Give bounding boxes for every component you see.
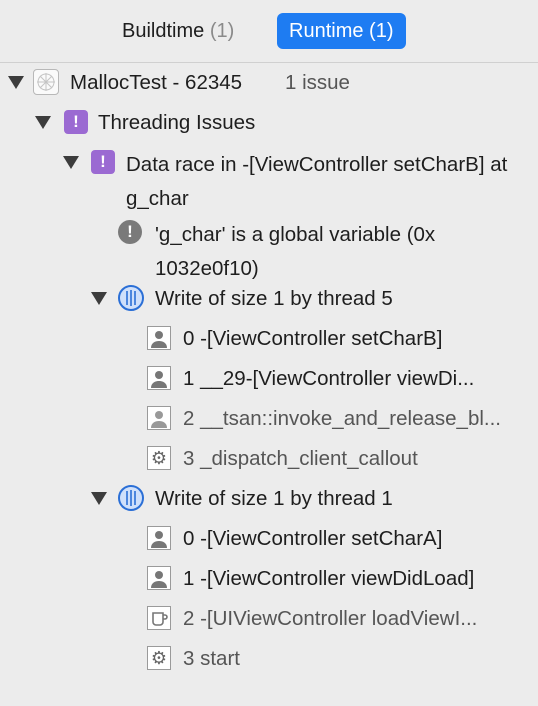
project-name: MallocTest - 62345 — [70, 71, 243, 94]
category-label: Threading Issues — [98, 111, 256, 134]
stack-frame-row[interactable]: ⚙ 3 _dispatch_client_callout — [0, 440, 538, 476]
tab-runtime[interactable]: Runtime (1) — [277, 13, 406, 49]
coffee-cup-icon — [147, 606, 171, 630]
gear-icon: ⚙ — [147, 446, 171, 470]
project-issue-count: 1 issue — [285, 71, 350, 94]
stack-frame-label: 2 __tsan::invoke_and_release_bl... — [183, 407, 501, 430]
stack-frame-row[interactable]: 1 __29-[ViewController viewDi... — [0, 360, 538, 396]
tree-row-category[interactable]: ! Threading Issues — [0, 104, 538, 140]
stack-frame-label: 2 -[UIViewController loadViewI... — [183, 607, 478, 630]
stack-frame-row[interactable]: 2 __tsan::invoke_and_release_bl... — [0, 400, 538, 436]
thread-label: Write of size 1 by thread 1 — [155, 487, 393, 510]
tree-row-project[interactable]: MallocTest - 62345 1 issue — [0, 64, 538, 100]
user-frame-icon — [147, 406, 171, 430]
disclosure-triangle-icon[interactable] — [35, 116, 51, 129]
issue-description: Data race in -[ViewController setCharB] … — [126, 153, 508, 210]
thread-icon — [118, 285, 144, 311]
stack-frame-label: 0 -[ViewController setCharB] — [183, 327, 443, 350]
user-frame-icon — [147, 526, 171, 550]
user-frame-icon — [147, 566, 171, 590]
runtime-issue-icon: ! — [64, 110, 88, 134]
tab-runtime-label: Runtime — [289, 20, 364, 42]
issue-type-tabs: Buildtime (1) Runtime (1) — [0, 0, 538, 63]
tree-row-issue[interactable]: ! Data race in -[ViewController setCharB… — [0, 144, 538, 214]
disclosure-triangle-icon[interactable] — [8, 76, 24, 89]
thread-label: Write of size 1 by thread 5 — [155, 287, 393, 310]
stack-frame-row[interactable]: 2 -[UIViewController loadViewI... — [0, 600, 538, 636]
tree-row-thread[interactable]: Write of size 1 by thread 1 — [0, 480, 538, 516]
disclosure-triangle-icon[interactable] — [91, 492, 107, 505]
tree-row-thread[interactable]: Write of size 1 by thread 5 — [0, 280, 538, 316]
disclosure-triangle-icon[interactable] — [91, 292, 107, 305]
stack-frame-label: 3 _dispatch_client_callout — [183, 447, 418, 470]
stack-frame-row[interactable]: ⚙ 3 start — [0, 640, 538, 676]
tree-row-note[interactable]: ! 'g_char' is a global variable (0x 1032… — [0, 214, 538, 284]
user-frame-icon — [147, 326, 171, 350]
disclosure-triangle-icon[interactable] — [63, 156, 79, 169]
tab-buildtime-label: Buildtime — [122, 20, 205, 42]
stack-frame-row[interactable]: 1 -[ViewController viewDidLoad] — [0, 560, 538, 596]
user-frame-icon — [147, 366, 171, 390]
stack-frame-label: 1 __29-[ViewController viewDi... — [183, 367, 475, 390]
stack-frame-label: 0 -[ViewController setCharA] — [183, 527, 443, 550]
stack-frame-label: 1 -[ViewController viewDidLoad] — [183, 567, 475, 590]
exclamation-info-icon: ! — [118, 220, 142, 244]
stack-frame-row[interactable]: 0 -[ViewController setCharB] — [0, 320, 538, 356]
note-description: 'g_char' is a global variable (0x 1032e0… — [155, 223, 436, 280]
runtime-issue-icon: ! — [91, 150, 115, 174]
stack-frame-label: 3 start — [183, 647, 240, 670]
tab-buildtime[interactable]: Buildtime (1) — [110, 13, 246, 49]
gear-icon: ⚙ — [147, 646, 171, 670]
tab-buildtime-count: (1) — [209, 20, 235, 42]
stack-frame-row[interactable]: 0 -[ViewController setCharA] — [0, 520, 538, 556]
thread-icon — [118, 485, 144, 511]
tab-runtime-count: (1) — [369, 20, 394, 42]
app-project-icon — [33, 69, 59, 95]
